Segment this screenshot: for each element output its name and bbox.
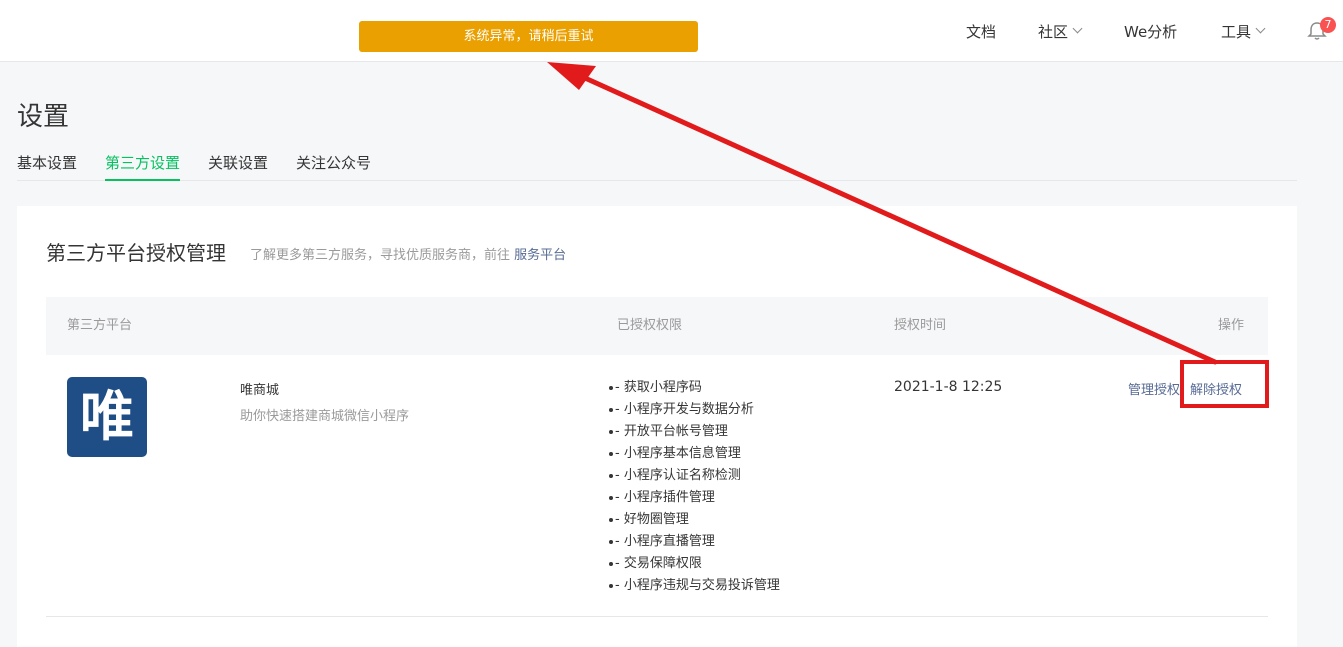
tab-linked-settings[interactable]: 关联设置: [208, 150, 268, 181]
platform-logo: 唯: [67, 377, 147, 457]
tab-follow-official-account[interactable]: 关注公众号: [296, 150, 371, 181]
settings-tabs: 基本设置 第三方设置 关联设置 关注公众号: [17, 150, 1297, 181]
list-item: - 好物圈管理: [609, 509, 780, 531]
error-toast: 系统异常，请稍后重试: [359, 21, 698, 52]
tab-basic-settings[interactable]: 基本设置: [17, 150, 77, 181]
nav-tools[interactable]: 工具: [1221, 0, 1266, 62]
header-auth-time: 授权时间: [894, 318, 947, 333]
list-item: - 小程序认证名称检测: [609, 465, 780, 487]
nav-docs-label: 文档: [966, 22, 997, 41]
card-title: 第三方平台授权管理: [46, 241, 226, 265]
page-title: 设置: [17, 102, 70, 132]
list-item: - 交易保障权限: [609, 553, 780, 575]
auth-time: 2021-1-8 12:25: [894, 379, 1003, 395]
header-permissions: 已授权权限: [617, 318, 683, 333]
permission-list: - 获取小程序码 - 小程序开发与数据分析 - 开放平台帐号管理 - 小程序基本…: [609, 377, 780, 597]
row-divider: [46, 616, 1268, 617]
notification-badge: 7: [1320, 17, 1336, 33]
list-item: - 小程序插件管理: [609, 487, 780, 509]
chevron-down-icon: [1255, 23, 1266, 34]
header-platform: 第三方平台: [67, 318, 133, 333]
manage-auth-link[interactable]: 管理授权: [1128, 379, 1180, 398]
list-item: - 开放平台帐号管理: [609, 421, 780, 443]
top-bar: 系统异常，请稍后重试 文档 社区 We分析 工具 7: [0, 0, 1343, 62]
nav-we-analytics[interactable]: We分析: [1124, 0, 1177, 62]
list-item: - 小程序基本信息管理: [609, 443, 780, 465]
list-item: - 小程序直播管理: [609, 531, 780, 553]
platform-name: 唯商城: [240, 383, 280, 398]
header-actions: 操作: [1218, 318, 1245, 333]
table-header: 第三方平台 已授权权限 授权时间 操作: [46, 297, 1268, 355]
card-description: 了解更多第三方服务，寻找优质服务商，前往 服务平台: [250, 244, 566, 263]
chevron-down-icon: [1072, 23, 1083, 34]
nav-we-analytics-label: We分析: [1124, 22, 1178, 41]
tab-third-party-settings[interactable]: 第三方设置: [105, 150, 181, 181]
annotation-highlight-box: [1180, 360, 1269, 408]
platform-description: 助你快速搭建商城微信小程序: [240, 409, 410, 424]
nav-tools-label: 工具: [1221, 22, 1252, 41]
service-platform-link[interactable]: 服务平台: [514, 248, 566, 263]
card-description-text: 了解更多第三方服务，寻找优质服务商，前往: [250, 248, 511, 263]
list-item: - 获取小程序码: [609, 377, 780, 399]
nav-community-label: 社区: [1038, 22, 1069, 41]
third-party-auth-card: 第三方平台授权管理 了解更多第三方服务，寻找优质服务商，前往 服务平台 第三方平…: [17, 206, 1297, 647]
list-item: - 小程序违规与交易投诉管理: [609, 575, 780, 597]
list-item: - 小程序开发与数据分析: [609, 399, 780, 421]
nav-community[interactable]: 社区: [1038, 0, 1083, 62]
nav-docs[interactable]: 文档: [966, 0, 996, 62]
